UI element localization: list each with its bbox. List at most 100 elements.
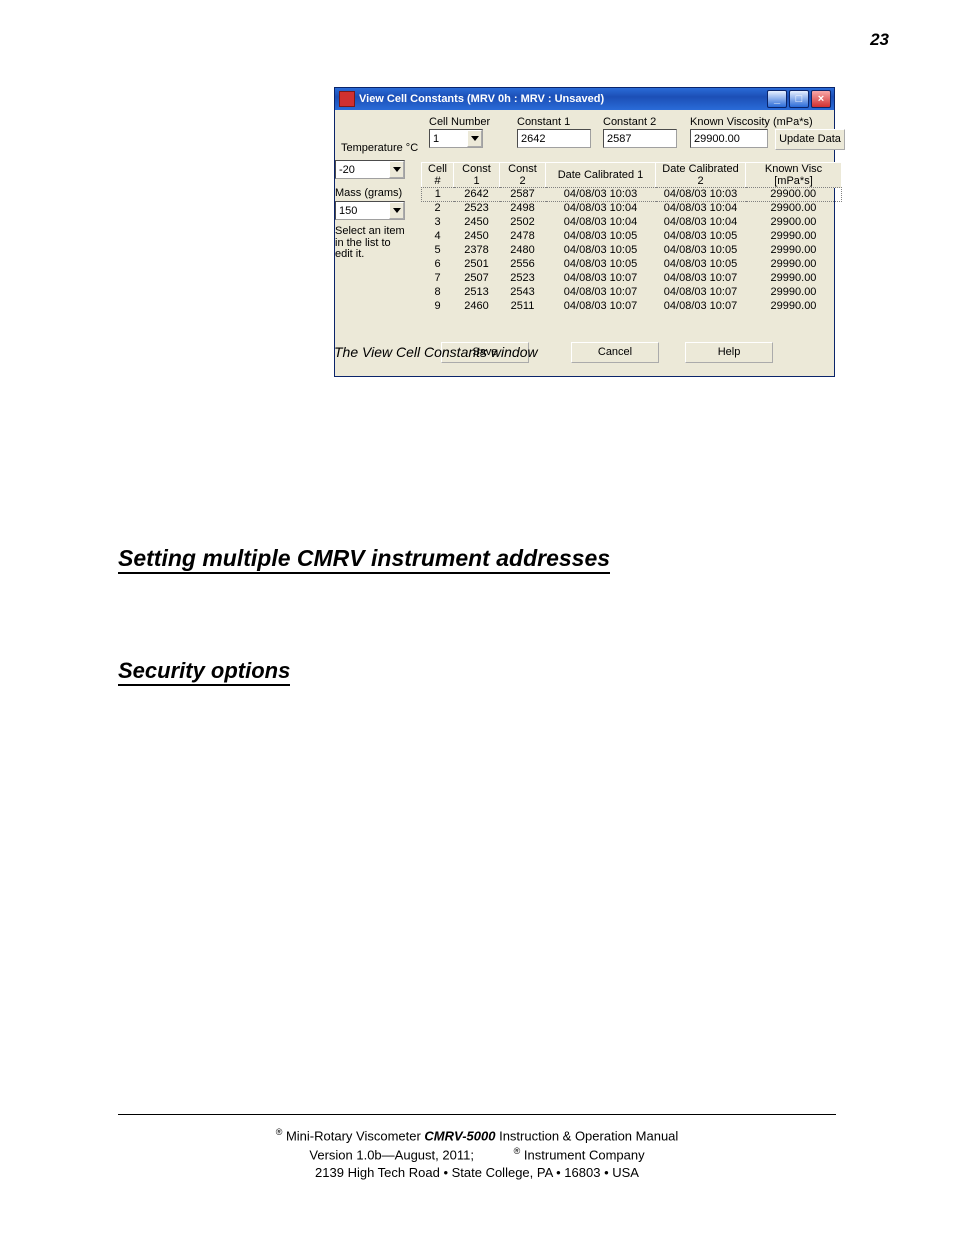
chevron-down-icon (393, 208, 401, 213)
table-cell: 04/08/03 10:07 (546, 272, 656, 286)
select-note: Select an item in the list to edit it. (335, 226, 417, 261)
temperature-value: -20 (336, 164, 389, 176)
table-row[interactable]: 72507252304/08/03 10:0704/08/03 10:07299… (422, 272, 842, 286)
table-cell: 5 (422, 244, 454, 258)
chevron-down-icon (393, 167, 401, 172)
table-cell: 2523 (454, 202, 500, 216)
col-cell[interactable]: Cell # (422, 163, 454, 188)
table-cell: 2498 (500, 202, 546, 216)
known-visc-input[interactable] (690, 129, 768, 148)
table-row[interactable]: 42450247804/08/03 10:0504/08/03 10:05299… (422, 230, 842, 244)
close-button[interactable]: × (811, 90, 831, 108)
client-area: Temperature °C Cell Number 1 Constant 1 … (335, 110, 834, 376)
table-cell: 2523 (500, 272, 546, 286)
table-cell: 1 (422, 188, 454, 202)
table-cell: 2513 (454, 286, 500, 300)
chevron-down-icon (471, 136, 479, 141)
col-const2[interactable]: Const 2 (500, 163, 546, 188)
cell-number-value: 1 (430, 133, 467, 145)
window-title: View Cell Constants (MRV 0h : MRV : Unsa… (359, 93, 767, 105)
mass-value: 150 (336, 205, 389, 217)
table-cell: 04/08/03 10:05 (656, 258, 746, 272)
table-cell: 04/08/03 10:05 (656, 244, 746, 258)
table-cell: 29900.00 (746, 202, 842, 216)
mass-select[interactable]: 150 (335, 201, 405, 220)
table-cell: 6 (422, 258, 454, 272)
temperature-select[interactable]: -20 (335, 160, 405, 179)
heading-multiple-instrument-addresses: Setting multiple CMRV instrument address… (118, 545, 610, 574)
table-row[interactable]: 82513254304/08/03 10:0704/08/03 10:07299… (422, 286, 842, 300)
table-cell: 2556 (500, 258, 546, 272)
table-cell: 04/08/03 10:03 (656, 188, 746, 202)
table-cell: 04/08/03 10:07 (656, 300, 746, 314)
table-cell: 04/08/03 10:03 (546, 188, 656, 202)
dropdown-button[interactable] (389, 202, 404, 219)
table-cell: 9 (422, 300, 454, 314)
table-row[interactable]: 32450250204/08/03 10:0404/08/03 10:04299… (422, 216, 842, 230)
dropdown-button[interactable] (389, 161, 404, 178)
table-cell: 2460 (454, 300, 500, 314)
table-cell: 2480 (500, 244, 546, 258)
update-data-button[interactable]: Update Data (775, 129, 845, 150)
table-cell: 2450 (454, 230, 500, 244)
table-cell: 04/08/03 10:07 (546, 286, 656, 300)
figure-caption: The View Cell Constants window (334, 344, 538, 360)
table-header-row[interactable]: Cell # Const 1 Const 2 Date Calibrated 1… (422, 163, 842, 188)
constant2-input[interactable] (603, 129, 677, 148)
heading-security-options: Security options (118, 658, 290, 686)
table-cell: 29900.00 (746, 188, 842, 202)
help-button[interactable]: Help (685, 342, 773, 363)
footer-divider (118, 1114, 836, 1115)
titlebar[interactable]: View Cell Constants (MRV 0h : MRV : Unsa… (335, 88, 834, 110)
table-cell: 2543 (500, 286, 546, 300)
temperature-label: Temperature °C (341, 142, 418, 154)
table-row[interactable]: 52378248004/08/03 10:0504/08/03 10:05299… (422, 244, 842, 258)
maximize-icon: □ (796, 93, 803, 105)
table-cell: 29990.00 (746, 300, 842, 314)
table-cell: 04/08/03 10:04 (656, 202, 746, 216)
table-cell: 2478 (500, 230, 546, 244)
table-cell: 04/08/03 10:07 (546, 300, 656, 314)
table-row[interactable]: 92460251104/08/03 10:0704/08/03 10:07299… (422, 300, 842, 314)
cell-number-label: Cell Number (429, 116, 490, 128)
col-date2[interactable]: Date Calibrated 2 (656, 163, 746, 188)
table-cell: 04/08/03 10:05 (546, 230, 656, 244)
page-number: 23 (870, 30, 889, 50)
cell-constants-table[interactable]: Cell # Const 1 Const 2 Date Calibrated 1… (421, 162, 842, 314)
table-row[interactable]: 22523249804/08/03 10:0404/08/03 10:04299… (422, 202, 842, 216)
table-cell: 29990.00 (746, 258, 842, 272)
table-cell: 2642 (454, 188, 500, 202)
table-cell: 2507 (454, 272, 500, 286)
col-const1[interactable]: Const 1 (454, 163, 500, 188)
table-cell: 04/08/03 10:07 (656, 286, 746, 300)
cell-number-select[interactable]: 1 (429, 129, 483, 148)
table-cell: 04/08/03 10:05 (656, 230, 746, 244)
table-cell: 29900.00 (746, 216, 842, 230)
table-cell: 04/08/03 10:04 (546, 202, 656, 216)
table-cell: 2587 (500, 188, 546, 202)
dropdown-button[interactable] (467, 130, 482, 147)
constant1-label: Constant 1 (517, 116, 570, 128)
table-cell: 7 (422, 272, 454, 286)
table-cell: 04/08/03 10:05 (546, 244, 656, 258)
constant1-input[interactable] (517, 129, 591, 148)
table-cell: 2501 (454, 258, 500, 272)
close-icon: × (818, 93, 824, 105)
table-row[interactable]: 12642258704/08/03 10:0304/08/03 10:03299… (422, 188, 842, 202)
cancel-button[interactable]: Cancel (571, 342, 659, 363)
table-cell: 2511 (500, 300, 546, 314)
mass-label: Mass (grams) (335, 187, 417, 199)
footer: ® Mini-Rotary Viscometer CMRV-5000 Instr… (0, 1126, 954, 1181)
table-cell: 29990.00 (746, 244, 842, 258)
maximize-button[interactable]: □ (789, 90, 809, 108)
table-cell: 2 (422, 202, 454, 216)
col-knownvisc[interactable]: Known Visc [mPa*s] (746, 163, 842, 188)
table-cell: 04/08/03 10:04 (546, 216, 656, 230)
app-icon (339, 91, 355, 107)
table-cell: 29990.00 (746, 230, 842, 244)
table-row[interactable]: 62501255604/08/03 10:0504/08/03 10:05299… (422, 258, 842, 272)
table-cell: 29990.00 (746, 272, 842, 286)
minimize-button[interactable]: _ (767, 90, 787, 108)
table-cell: 2378 (454, 244, 500, 258)
col-date1[interactable]: Date Calibrated 1 (546, 163, 656, 188)
